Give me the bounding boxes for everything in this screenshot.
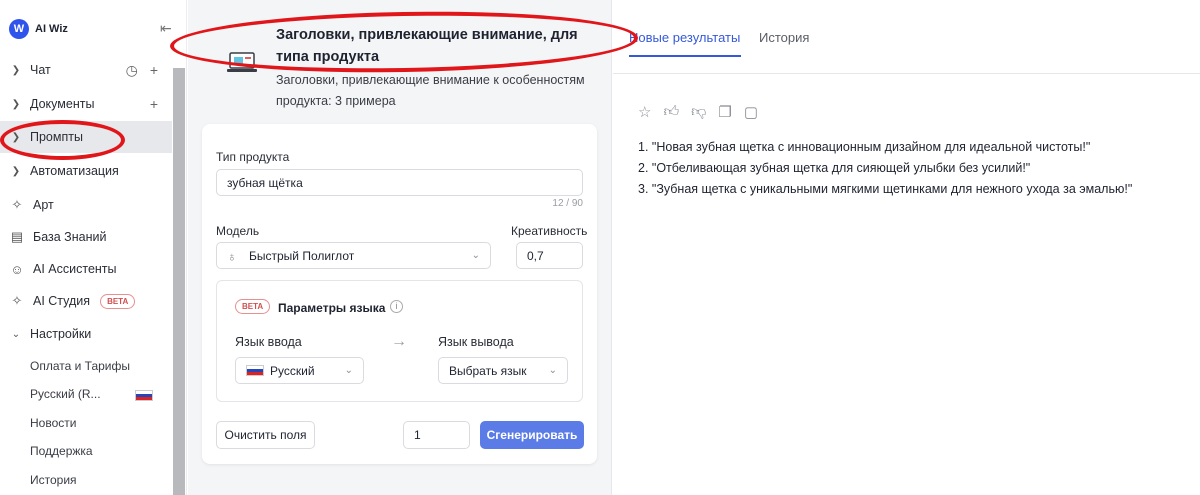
creativity-label: Креативность — [511, 224, 588, 238]
sidebar-item-label: Чат — [30, 63, 51, 77]
output-language-value: Выбрать язык — [449, 363, 527, 378]
document-icon: ▤ — [10, 229, 24, 244]
star-icon[interactable]: ☆ — [638, 103, 651, 121]
tab-new-results[interactable]: Новые результаты — [629, 30, 740, 45]
sidebar-item-label: Настройки — [30, 327, 92, 341]
results-list: 1. "Новая зубная щетка с инновационным д… — [638, 137, 1132, 200]
generate-button[interactable]: Сгенерировать — [480, 421, 584, 449]
settings-support[interactable]: Поддержка — [30, 444, 93, 458]
lightbulb-icon: ♁ — [227, 248, 237, 264]
thumbs-up-icon[interactable]: 👍︎ — [663, 103, 679, 121]
chevron-right-icon: ❯ — [11, 131, 21, 143]
chevron-down-icon: ⌄ — [471, 250, 480, 261]
result-count-input[interactable]: 1 — [403, 421, 470, 449]
page-title: Заголовки, привлекающие внимание, для ти… — [276, 27, 578, 65]
russia-flag-icon — [135, 390, 153, 401]
app-name: AI Wiz — [35, 23, 68, 35]
add-chat-icon[interactable]: + — [150, 62, 158, 79]
info-icon[interactable]: i — [390, 300, 403, 313]
laptop-icon — [227, 52, 257, 72]
sidebar-item-documents[interactable]: ❯ Документы + — [0, 88, 172, 120]
settings-news[interactable]: Новости — [30, 416, 76, 430]
sidebar-item-label: База Знаний — [33, 230, 107, 244]
result-actions: ☆ 👍︎ 👎︎ ❐ ▢ — [638, 103, 758, 121]
chevron-right-icon: ❯ — [11, 165, 21, 177]
clear-fields-button[interactable]: Очистить поля — [216, 421, 315, 449]
input-language-value: Русский — [270, 363, 315, 378]
sidebar-item-automation[interactable]: ❯ Автоматизация — [0, 155, 172, 187]
sidebar-item-ai-studio[interactable]: ✧ AI Студия BETA — [0, 285, 172, 317]
output-language-label: Язык вывода — [438, 335, 514, 349]
sidebar-item-knowledge-base[interactable]: ▤ База Знаний — [0, 221, 172, 253]
sidebar-item-settings[interactable]: ⌄ Настройки — [0, 318, 172, 350]
chevron-down-icon: ⌄ — [344, 365, 353, 376]
creativity-input[interactable]: 0,7 — [516, 242, 583, 269]
tab-history[interactable]: История — [759, 30, 809, 45]
sidebar-item-label: Автоматизация — [30, 164, 119, 178]
output-language-select[interactable]: Выбрать язык ⌄ — [438, 357, 568, 384]
beta-badge: BETA — [100, 293, 136, 309]
result-item: 2. "Отбеливающая зубная щетка для сияюще… — [638, 161, 1031, 175]
sidebar-scrollbar[interactable] — [173, 68, 185, 495]
sidebar-item-prompts[interactable]: ❯ Промпты — [0, 121, 172, 153]
logo-icon: W — [9, 19, 29, 39]
sparkle-icon: ✧ — [11, 293, 23, 308]
arrow-right-icon: → — [391, 333, 407, 350]
history-clock-icon[interactable]: ◷ — [126, 62, 138, 79]
results-tabs: Новые результаты История — [613, 0, 1200, 74]
app-logo[interactable]: W AI Wiz — [9, 19, 68, 39]
sidebar-item-chat[interactable]: ❯ Чат ◷ + — [0, 54, 172, 86]
sidebar-item-label: Промпты — [30, 130, 83, 144]
page-subtitle: Заголовки, привлекающие внимание к особе… — [276, 73, 585, 108]
model-select[interactable]: ♁ Быстрый Полиглот ⌄ — [216, 242, 491, 269]
input-language-label: Язык ввода — [235, 335, 302, 349]
product-type-label: Тип продукта — [216, 150, 290, 164]
chevron-right-icon: ❯ — [11, 64, 21, 76]
sidebar-item-ai-assistants[interactable]: ☺ AI Ассистенты — [0, 253, 172, 285]
model-value: Быстрый Полиглот — [249, 248, 355, 263]
char-counter: 12 / 90 — [552, 198, 583, 209]
copy-icon[interactable]: ❐ — [718, 103, 731, 121]
active-tab-indicator — [629, 55, 741, 57]
sparkle-icon: ✧ — [11, 197, 23, 212]
collapse-sidebar-icon[interactable]: ⇤ — [160, 20, 172, 37]
input-language-select[interactable]: Русский ⌄ — [235, 357, 364, 384]
product-type-input[interactable]: зубная щётка — [216, 169, 583, 196]
prompt-form: Тип продукта зубная щётка 12 / 90 Модель… — [202, 124, 597, 464]
note-icon[interactable]: ▢ — [744, 103, 758, 121]
robot-icon: ☺ — [10, 261, 24, 277]
sidebar: W AI Wiz ⇤ ❯ Чат ◷ + ❯ Документы + ❯ Про… — [0, 0, 187, 495]
language-settings-title: Параметры языка — [278, 301, 386, 315]
model-label: Модель — [216, 224, 260, 238]
beta-badge: BETA — [235, 299, 271, 314]
result-item: 1. "Новая зубная щетка с инновационным д… — [638, 140, 1091, 154]
prompt-panel: Заголовки, привлекающие внимание, для ти… — [188, 0, 612, 495]
settings-history[interactable]: История — [30, 473, 77, 487]
chevron-down-icon: ⌄ — [11, 328, 21, 340]
add-document-icon[interactable]: + — [150, 96, 158, 112]
sidebar-item-art[interactable]: ✧ Арт — [0, 189, 172, 221]
sidebar-item-label: AI Ассистенты — [33, 262, 117, 276]
thumbs-down-icon[interactable]: 👎︎ — [691, 103, 706, 121]
sidebar-item-label: Арт — [33, 198, 54, 212]
settings-billing[interactable]: Оплата и Тарифы — [30, 359, 130, 373]
chevron-down-icon: ⌄ — [548, 365, 557, 376]
language-settings: BETA Параметры языка i Язык ввода Русски… — [216, 280, 583, 402]
chevron-right-icon: ❯ — [11, 98, 21, 110]
results-panel: Новые результаты История ☆ 👍︎ 👎︎ ❐ ▢ 1. … — [613, 0, 1200, 495]
sidebar-item-label: Документы — [30, 97, 95, 111]
result-item: 3. "Зубная щетка с уникальными мягкими щ… — [638, 182, 1133, 196]
settings-language[interactable]: Русский (R... — [30, 387, 101, 401]
sidebar-item-label: AI Студия — [33, 294, 91, 308]
russia-flag-icon — [246, 365, 264, 376]
